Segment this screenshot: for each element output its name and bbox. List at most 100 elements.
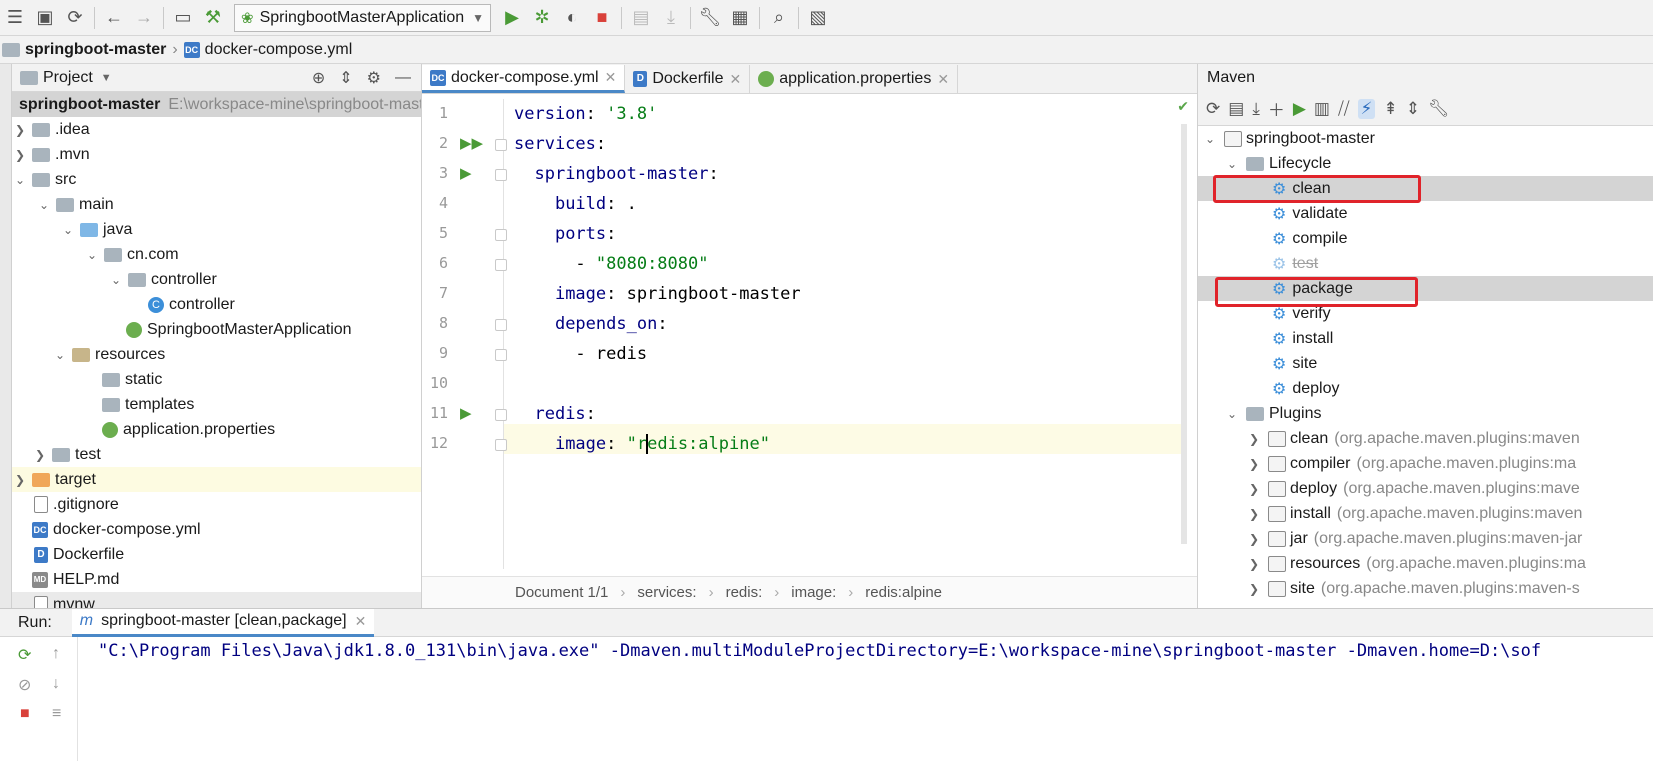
stop-icon[interactable]: ■ <box>587 3 617 33</box>
menu-icon[interactable]: ☰ <box>0 3 30 33</box>
tab-dockerfile[interactable]: D Dockerfile ✕ <box>625 65 751 93</box>
chevron-right-icon[interactable]: ❯ <box>1246 507 1262 521</box>
coverage-icon[interactable]: ◐ <box>557 3 587 33</box>
document-indicator[interactable]: Document 1/1 <box>515 584 608 601</box>
tree-item[interactable]: ⌄ main <box>12 192 421 217</box>
download-icon[interactable]: ⤓ <box>1252 99 1260 119</box>
chevron-right-icon[interactable]: ❯ <box>1246 482 1262 496</box>
execute-goal-icon[interactable]: ▥ <box>1314 99 1330 119</box>
chevron-right-icon[interactable]: ❯ <box>32 448 48 462</box>
run-all-services-icon[interactable]: ▶▶ <box>460 134 483 152</box>
fold-icon[interactable] <box>495 409 507 421</box>
skip-tests-icon[interactable]: ⚡ <box>1357 98 1376 119</box>
tree-item[interactable]: application.properties <box>12 417 421 442</box>
tree-item[interactable]: ❯ .mvn <box>12 142 421 167</box>
run-config-select[interactable]: ❀ SpringbootMasterApplication ▼ <box>234 3 492 32</box>
wrench-icon[interactable]: 🔧︎ <box>1428 99 1450 119</box>
chevron-down-icon[interactable]: ⌄ <box>1224 407 1240 421</box>
lifecycle-goal-deploy[interactable]: ⚙ deploy <box>1198 376 1653 401</box>
tree-item[interactable]: ⌄ controller <box>12 267 421 292</box>
breadcrumb-project[interactable]: springboot-master <box>25 41 166 59</box>
tree-item[interactable]: ❯ target <box>12 467 421 492</box>
save-icon[interactable]: ▣ <box>30 3 60 33</box>
tree-item[interactable]: SpringbootMasterApplication <box>12 317 421 342</box>
run-icon[interactable]: ▶ <box>497 3 527 33</box>
tree-item[interactable]: .gitignore <box>12 492 421 517</box>
tasks-icon[interactable]: ▧ <box>803 3 833 33</box>
sync-icon[interactable]: ⟳ <box>60 3 90 33</box>
tree-item[interactable]: ⌄ resources <box>12 342 421 367</box>
close-icon[interactable]: ✕ <box>605 69 617 86</box>
maven-lifecycle-group[interactable]: ⌄ Lifecycle <box>1198 151 1653 176</box>
tree-root[interactable]: springboot-master E:\workspace-mine\spri… <box>12 92 421 117</box>
show-dependencies-icon[interactable]: ⇞ <box>1383 99 1397 119</box>
run-service-icon[interactable]: ▶ <box>460 164 472 182</box>
breadcrumb-item[interactable]: services: <box>637 584 696 601</box>
breadcrumb-item[interactable]: image: <box>791 584 836 601</box>
wrap-icon[interactable]: ≡ <box>52 705 61 723</box>
maven-plugin[interactable]: ❯ jar (org.apache.maven.plugins:maven-jar <box>1198 526 1653 551</box>
project-view-select[interactable]: Project ▼ <box>20 69 112 87</box>
lifecycle-goal-site[interactable]: ⚙ site <box>1198 351 1653 376</box>
tree-item[interactable]: ⌄ src <box>12 167 421 192</box>
fold-icon[interactable] <box>495 439 507 451</box>
chevron-right-icon[interactable]: ❯ <box>1246 557 1262 571</box>
rerun-icon[interactable]: ⟳ <box>18 645 31 665</box>
run-icon[interactable]: ▶ <box>1293 99 1306 119</box>
fold-icon[interactable] <box>495 229 507 241</box>
chevron-down-icon[interactable]: ⌄ <box>60 223 76 237</box>
back-icon[interactable]: ← <box>99 3 129 33</box>
forward-icon[interactable]: → <box>129 3 159 33</box>
attach-icon[interactable]: ▤ <box>626 3 656 33</box>
fold-icon[interactable] <box>495 319 507 331</box>
breadcrumb-item[interactable]: redis:alpine <box>865 584 942 601</box>
chevron-down-icon[interactable]: ⌄ <box>1202 132 1218 146</box>
maven-plugin[interactable]: ❯ resources (org.apache.maven.plugins:ma <box>1198 551 1653 576</box>
tree-item[interactable]: DC docker-compose.yml <box>12 517 421 542</box>
toggle-skip-tests-icon[interactable]: ⊘ <box>18 675 31 695</box>
chevron-right-icon[interactable]: ❯ <box>12 473 28 487</box>
chevron-down-icon[interactable]: ⌄ <box>1224 157 1240 171</box>
close-icon[interactable]: ✕ <box>729 71 741 88</box>
tree-item[interactable]: mvnw <box>12 592 421 608</box>
toggle-offline-icon[interactable]: ⧸⧸ <box>1338 99 1350 119</box>
settings-icon[interactable]: 🔧︎ <box>695 3 725 33</box>
collapse-all-icon[interactable]: ⇕ <box>1406 99 1420 119</box>
tree-item[interactable]: D Dockerfile <box>12 542 421 567</box>
chevron-right-icon[interactable]: ❯ <box>1246 532 1262 546</box>
console-output[interactable]: "C:\Program Files\Java\jdk1.8.0_131\bin\… <box>98 641 1541 661</box>
gear-icon[interactable]: ⚙ <box>367 68 381 88</box>
down-icon[interactable]: ↓ <box>52 675 60 693</box>
chevron-right-icon[interactable]: ❯ <box>1246 457 1262 471</box>
chevron-down-icon[interactable]: ⌄ <box>108 273 124 287</box>
breadcrumb-item[interactable]: redis: <box>726 584 763 601</box>
fold-icon[interactable] <box>495 349 507 361</box>
maven-plugin[interactable]: ❯ deploy (org.apache.maven.plugins:mave <box>1198 476 1653 501</box>
search-icon[interactable]: ⌕ <box>764 3 794 33</box>
fold-icon[interactable] <box>495 259 507 271</box>
chevron-right-icon[interactable]: ❯ <box>12 123 28 137</box>
fold-icon[interactable] <box>495 139 507 151</box>
breadcrumb-file[interactable]: docker-compose.yml <box>205 41 353 59</box>
chevron-down-icon[interactable]: ⌄ <box>52 348 68 362</box>
close-icon[interactable]: ✕ <box>355 613 367 630</box>
tree-item[interactable]: MD HELP.md <box>12 567 421 592</box>
up-icon[interactable]: ↑ <box>52 645 60 663</box>
tree-item[interactable]: ❯ test <box>12 442 421 467</box>
build-icon[interactable]: ⚒ <box>198 3 228 33</box>
lifecycle-goal-test[interactable]: ⚙ test <box>1198 251 1653 276</box>
lifecycle-goal-validate[interactable]: ⚙ validate <box>1198 201 1653 226</box>
update-icon[interactable]: ⤓ <box>656 3 686 33</box>
code-area[interactable]: 1 2 3 4 5 6 7 8 9 10 11 12 ▶▶ ▶ ▶ versio… <box>422 99 1197 569</box>
reload-icon[interactable]: ⟳ <box>1206 99 1220 119</box>
chevron-right-icon[interactable]: ❯ <box>1246 582 1262 596</box>
generate-sources-icon[interactable]: ▤ <box>1228 99 1244 119</box>
close-icon[interactable]: ✕ <box>937 71 949 88</box>
run-tab[interactable]: m springboot-master [clean,package] ✕ <box>71 608 375 637</box>
maven-plugin[interactable]: ❯ compiler (org.apache.maven.plugins:ma <box>1198 451 1653 476</box>
lifecycle-goal-install[interactable]: ⚙ install <box>1198 326 1653 351</box>
project-structure-icon[interactable]: ▦ <box>725 3 755 33</box>
tree-item[interactable]: static <box>12 367 421 392</box>
run-service-icon[interactable]: ▶ <box>460 404 472 422</box>
chevron-down-icon[interactable]: ⌄ <box>36 198 52 212</box>
